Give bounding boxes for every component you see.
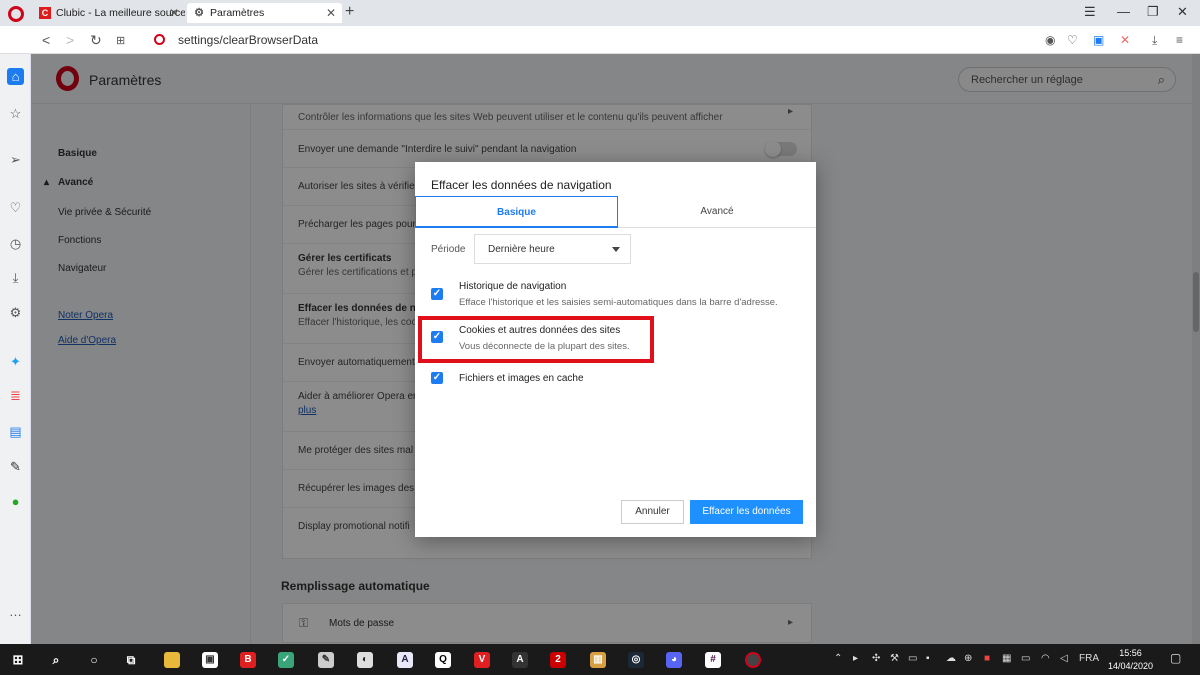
period-value: Dernière heure (488, 244, 555, 255)
check-app-icon[interactable]: ✓ (278, 652, 294, 668)
camera-icon[interactable]: ◉ (1045, 33, 1055, 47)
opera-page-icon (154, 34, 165, 45)
game-app-icon[interactable]: 2 (550, 652, 566, 668)
twitter-icon[interactable]: ✦ (7, 353, 24, 370)
menu-icon[interactable]: ≡ (1176, 33, 1183, 47)
cache-title: Fichiers et images en cache (459, 373, 584, 384)
dialog-title: Effacer les données de navigation (431, 178, 612, 192)
discord-icon[interactable]: ◕ (666, 652, 682, 668)
translate-icon[interactable]: ▣ (1093, 33, 1104, 47)
address-toolbar: < > ↻ ⊞ settings/clearBrowserData ◉ ♡ ▣ … (0, 26, 1200, 54)
tray-icon-3[interactable]: ⚒ (890, 653, 899, 664)
download-icon[interactable]: ⤓ (1152, 33, 1157, 48)
clock[interactable]: 15:56 14/04/2020 (1108, 647, 1153, 673)
vivaldi-icon[interactable]: V (474, 652, 490, 668)
tab-title: Clubic - La meilleure source (56, 7, 185, 19)
tray-icon-7[interactable]: ■ (984, 653, 990, 664)
feather-icon[interactable]: ✎ (7, 458, 24, 475)
stack-icon[interactable]: ≣ (7, 387, 24, 404)
tab-avance[interactable]: Avancé (618, 196, 816, 228)
clock-time: 15:56 (1119, 648, 1142, 658)
reload-button[interactable]: ↻ (90, 32, 102, 49)
outlook-icon[interactable]: ▤ (7, 423, 24, 440)
slack-icon[interactable]: # (705, 652, 721, 668)
downloads-icon[interactable]: ⤓ (7, 269, 24, 286)
settings-icon[interactable]: ⚙ (7, 304, 24, 321)
books-app-icon[interactable]: ▥ (590, 652, 606, 668)
speed-dial-icon[interactable]: ⊞ (116, 34, 125, 47)
history-subtitle: Efface l'historique et les saisies semi-… (459, 297, 778, 308)
tray-icon-1[interactable]: ▸ (853, 653, 858, 664)
heart-icon[interactable]: ♡ (1067, 33, 1078, 47)
tray-icon-4[interactable]: ▭ (908, 653, 917, 664)
tab-parametres[interactable]: ⚙ Paramètres ✕ (187, 3, 342, 23)
tab-basique[interactable]: Basique (415, 196, 618, 228)
cortana-icon[interactable]: ○ (86, 652, 102, 668)
history-checkbox[interactable]: ✓ (431, 288, 443, 300)
new-tab-button[interactable]: + (345, 3, 354, 21)
battery-icon[interactable]: ▭ (1021, 653, 1030, 664)
back-button[interactable]: < (42, 32, 50, 48)
gear-icon: ⚙ (194, 7, 204, 19)
forward-button[interactable]: > (66, 32, 74, 48)
tray-icon-8[interactable]: ▦ (1002, 653, 1011, 664)
b-app-icon[interactable]: B (240, 652, 256, 668)
store-icon[interactable]: ▣ (202, 652, 218, 668)
clear-data-button[interactable]: Effacer les données (690, 500, 803, 524)
clear-data-dialog: Effacer les données de navigation Basiqu… (415, 162, 816, 537)
adblock-icon[interactable]: ✕ (1120, 33, 1130, 47)
tray-icon-5[interactable]: ▪ (926, 653, 930, 664)
speed-dial-sidebar-icon[interactable]: ☆ (7, 105, 24, 122)
onedrive-icon[interactable]: ☁ (946, 653, 956, 664)
history-title: Historique de navigation (459, 281, 567, 292)
tab-title: Paramètres (210, 7, 265, 19)
a-app-icon[interactable]: A (397, 652, 413, 668)
search-taskbar-icon[interactable]: ⌕ (48, 652, 64, 668)
period-label: Période (431, 244, 466, 255)
heart-sidebar-icon[interactable]: ♡ (7, 199, 24, 216)
history-icon[interactable]: ◷ (7, 235, 24, 252)
period-select[interactable]: Dernière heure (474, 234, 631, 264)
wifi-icon[interactable]: ◠ (1041, 653, 1050, 664)
windows-start-icon[interactable]: ⊞ (10, 652, 26, 668)
url-field[interactable]: settings/clearBrowserData (178, 33, 318, 47)
cancel-button[interactable]: Annuler (621, 500, 684, 524)
tray-expand-icon[interactable]: ⌃ (834, 653, 842, 664)
more-icon[interactable]: … (7, 603, 24, 620)
tray-icon-2[interactable]: ✣ (872, 653, 880, 664)
close-tab-icon[interactable]: ✕ (169, 6, 179, 20)
close-tab-icon[interactable]: ✕ (326, 6, 336, 20)
volume-icon[interactable]: ◁ (1060, 653, 1068, 664)
opera-taskbar-icon[interactable] (745, 652, 761, 668)
send-icon[interactable]: ➢ (7, 151, 24, 168)
tray-icon-6[interactable]: ⊕ (964, 653, 972, 664)
windows-taskbar: ⊞ ⌕ ○ ⧉ ▣ B ✓ ✎ ◐ A Q V A 2 ▥ ◎ ◕ # ⌃ ▸ … (0, 644, 1200, 675)
a2-app-icon[interactable]: A (512, 652, 528, 668)
opera-sidebar: ⌂ ☆ ➢ ♡ ◷ ⤓ ⚙ ✦ ≣ ▤ ✎ ● … (0, 54, 31, 644)
moon-app-icon[interactable]: ◐ (357, 652, 373, 668)
notification-icon[interactable]: ▢ (1170, 651, 1181, 665)
restore-button[interactable]: ❐ (1147, 4, 1159, 20)
file-explorer-icon[interactable] (164, 652, 180, 668)
clock-date: 14/04/2020 (1108, 661, 1154, 671)
q-app-icon[interactable]: Q (435, 652, 451, 668)
tab-strip: C Clubic - La meilleure source ✕ ⚙ Param… (0, 0, 1200, 26)
task-view-icon[interactable]: ⧉ (123, 652, 139, 668)
red-highlight-box (418, 316, 654, 363)
dropdown-caret-icon (612, 247, 620, 252)
cache-checkbox[interactable]: ✓ (431, 372, 443, 384)
tab-menu-icon[interactable]: ☰ (1084, 4, 1096, 20)
pen-app-icon[interactable]: ✎ (318, 652, 334, 668)
language-indicator[interactable]: FRA (1079, 653, 1099, 664)
whatsapp-icon[interactable]: ● (7, 493, 24, 510)
tab-clubic[interactable]: C Clubic - La meilleure source ✕ (33, 3, 185, 23)
home-icon[interactable]: ⌂ (7, 68, 24, 85)
close-window-button[interactable]: ✕ (1177, 4, 1188, 20)
steam-icon[interactable]: ◎ (628, 652, 644, 668)
minimize-button[interactable]: — (1117, 4, 1130, 19)
clubic-icon: C (39, 7, 51, 19)
opera-menu-icon[interactable] (8, 6, 24, 22)
